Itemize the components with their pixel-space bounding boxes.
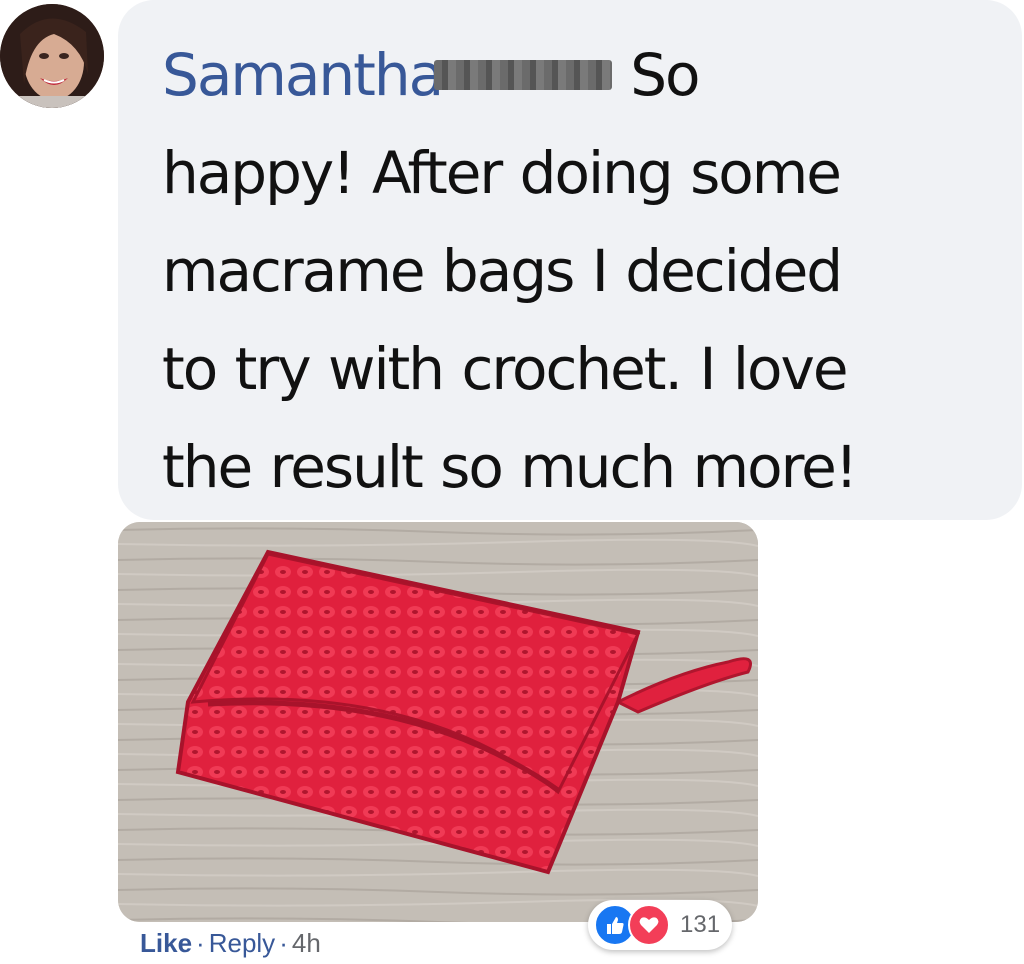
comment-bubble: Samantha So happy! After doing some macrame… [118, 0, 1022, 520]
attached-photo[interactable] [118, 522, 758, 922]
author-name[interactable]: Samantha [162, 41, 444, 109]
timestamp[interactable]: 4h [292, 928, 321, 959]
comment-line-4: the result so much more! [162, 433, 858, 501]
reactions-summary[interactable]: 131 [588, 900, 733, 950]
separator-dot: · [196, 928, 205, 958]
comment-line-1: happy! After doing some [162, 139, 842, 207]
comment-actions: Like · Reply · 4h [140, 928, 321, 959]
reaction-count: 131 [680, 911, 721, 938]
reply-button[interactable]: Reply [209, 928, 275, 959]
comment-line-2: macrame bags I decided [162, 237, 843, 305]
comment-text-first: So [630, 41, 700, 109]
avatar[interactable] [0, 4, 104, 108]
like-button[interactable]: Like [140, 928, 192, 959]
redacted-name [434, 59, 613, 90]
love-icon [628, 904, 670, 946]
separator-dot: · [279, 928, 288, 958]
comment-text: Samantha So happy! After doing some macrame… [162, 26, 992, 516]
comment-line-3: to try with crochet. I love [162, 335, 849, 403]
